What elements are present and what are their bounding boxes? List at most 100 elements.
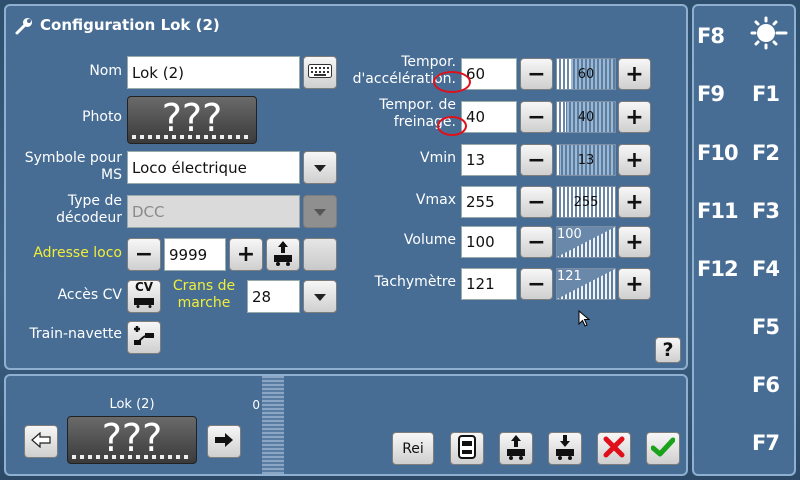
setting-decrement-button[interactable]: −	[520, 186, 553, 218]
slider-value: 121	[557, 269, 582, 284]
cv-button[interactable]: CV	[127, 280, 161, 313]
setting-label: Tachymètre	[374, 274, 456, 290]
setting-increment-button[interactable]: +	[618, 144, 651, 176]
function-key-f7[interactable]: F7	[752, 431, 780, 455]
loco-download-icon	[553, 434, 577, 464]
slider-value: 13	[577, 152, 595, 168]
function-key-f5[interactable]: F5	[752, 315, 780, 339]
programming-track-button[interactable]	[450, 432, 484, 465]
nom-label: Nom	[89, 63, 122, 79]
next-loco-button[interactable]	[207, 425, 241, 458]
function-key-f8[interactable]: F8	[697, 24, 725, 48]
setting-input[interactable]: 40	[461, 101, 517, 133]
help-button-label: ?	[662, 339, 674, 361]
train-navette-label: Train-navette	[29, 326, 122, 342]
function-key-f9[interactable]: F9	[697, 82, 725, 106]
function-key-f0[interactable]	[748, 16, 788, 52]
loco-icon	[133, 293, 155, 312]
loco-placeholder: ???	[101, 416, 163, 460]
acces-cv-label: Accès CV	[57, 287, 122, 303]
function-key-f2[interactable]: F2	[752, 141, 780, 165]
setting-increment-button[interactable]: +	[618, 58, 651, 90]
adresse-increment-button[interactable]: +	[229, 238, 263, 271]
chevron-down-icon	[314, 287, 326, 306]
keyboard-button[interactable]	[303, 56, 337, 89]
function-key-f4[interactable]: F4	[752, 257, 780, 281]
slider-value: 255	[573, 194, 599, 210]
slider-value: 40	[577, 109, 595, 125]
symbole-select[interactable]: Loco électrique	[127, 151, 300, 184]
setting-slider[interactable]: 40	[556, 101, 616, 133]
setting-decrement-button[interactable]: −	[520, 101, 553, 133]
function-key-f12[interactable]: F12	[697, 257, 739, 281]
speed-value: 0	[252, 398, 260, 412]
annotation-circle	[433, 71, 471, 93]
crans-select[interactable]: 28	[247, 280, 300, 313]
close-icon	[603, 436, 625, 462]
setting-slider[interactable]: 255	[556, 186, 616, 218]
nom-input[interactable]: Lok (2)	[127, 56, 300, 89]
adresse-label: Adresse loco	[33, 245, 122, 261]
crans-dropdown-button[interactable]	[303, 280, 337, 313]
rei-button-label: Rei	[402, 440, 424, 457]
function-key-f1[interactable]: F1	[752, 82, 780, 106]
setting-decrement-button[interactable]: −	[520, 226, 553, 258]
page-title: Configuration Lok (2)	[40, 16, 220, 34]
chevron-down-icon	[314, 202, 326, 221]
photo-button[interactable]: ???	[127, 96, 257, 144]
setting-decrement-button[interactable]: −	[520, 268, 553, 300]
rail-track	[132, 135, 252, 139]
read-address-button[interactable]	[266, 238, 300, 271]
setting-decrement-button[interactable]: −	[520, 144, 553, 176]
annotation-circle	[437, 116, 467, 136]
function-keys-panel	[692, 4, 796, 476]
photo-label: Photo	[82, 109, 122, 125]
setting-increment-button[interactable]: +	[618, 186, 651, 218]
help-button[interactable]: ?	[655, 337, 681, 363]
setting-slider[interactable]: 121	[556, 268, 616, 300]
upload-to-loco-button[interactable]	[499, 432, 533, 465]
previous-loco-button[interactable]	[24, 425, 58, 458]
mouse-cursor-icon	[578, 309, 592, 332]
crans-label: Crans de marche	[172, 278, 236, 311]
rei-button[interactable]: Rei	[392, 432, 434, 465]
slider-value: 100	[557, 227, 582, 242]
setting-input[interactable]: 121	[461, 268, 517, 300]
adresse-extra-button[interactable]	[303, 238, 337, 271]
setting-input[interactable]: 255	[461, 186, 517, 218]
setting-label: Volume	[403, 232, 456, 248]
confirm-button[interactable]	[646, 432, 680, 465]
wrench-icon	[14, 16, 34, 36]
function-key-f3[interactable]: F3	[752, 199, 780, 223]
function-key-f6[interactable]: F6	[752, 373, 780, 397]
cancel-button[interactable]	[597, 432, 631, 465]
setting-input[interactable]: 13	[461, 144, 517, 176]
setting-increment-button[interactable]: +	[618, 101, 651, 133]
checkmark-icon	[650, 437, 676, 461]
setting-increment-button[interactable]: +	[618, 268, 651, 300]
shuttle-train-icon	[132, 325, 156, 351]
symbole-dropdown-button[interactable]	[303, 151, 337, 184]
speed-slider[interactable]	[262, 376, 284, 474]
setting-label: Vmin	[420, 150, 456, 166]
train-navette-button[interactable]	[127, 321, 161, 354]
adresse-decrement-button[interactable]: −	[127, 238, 161, 271]
setting-slider[interactable]: 60	[556, 58, 616, 90]
function-key-f11[interactable]: F11	[697, 199, 739, 223]
loco-name: Lok (2)	[109, 397, 155, 412]
download-from-loco-button[interactable]	[548, 432, 582, 465]
setting-slider[interactable]: 13	[556, 144, 616, 176]
rail-track	[72, 455, 192, 459]
decodeur-label: Type de décodeur	[56, 193, 122, 226]
setting-slider[interactable]: 100	[556, 226, 616, 258]
adresse-input[interactable]: 9999	[164, 238, 226, 271]
symbole-label: Symbole pour MS	[24, 150, 122, 183]
photo-placeholder: ???	[161, 96, 223, 140]
setting-label: Vmax	[415, 192, 456, 208]
setting-decrement-button[interactable]: −	[520, 58, 553, 90]
setting-input[interactable]: 100	[461, 226, 517, 258]
function-key-f10[interactable]: F10	[697, 141, 739, 165]
keyboard-icon	[308, 63, 332, 82]
setting-increment-button[interactable]: +	[618, 226, 651, 258]
programming-track-icon	[458, 434, 476, 463]
